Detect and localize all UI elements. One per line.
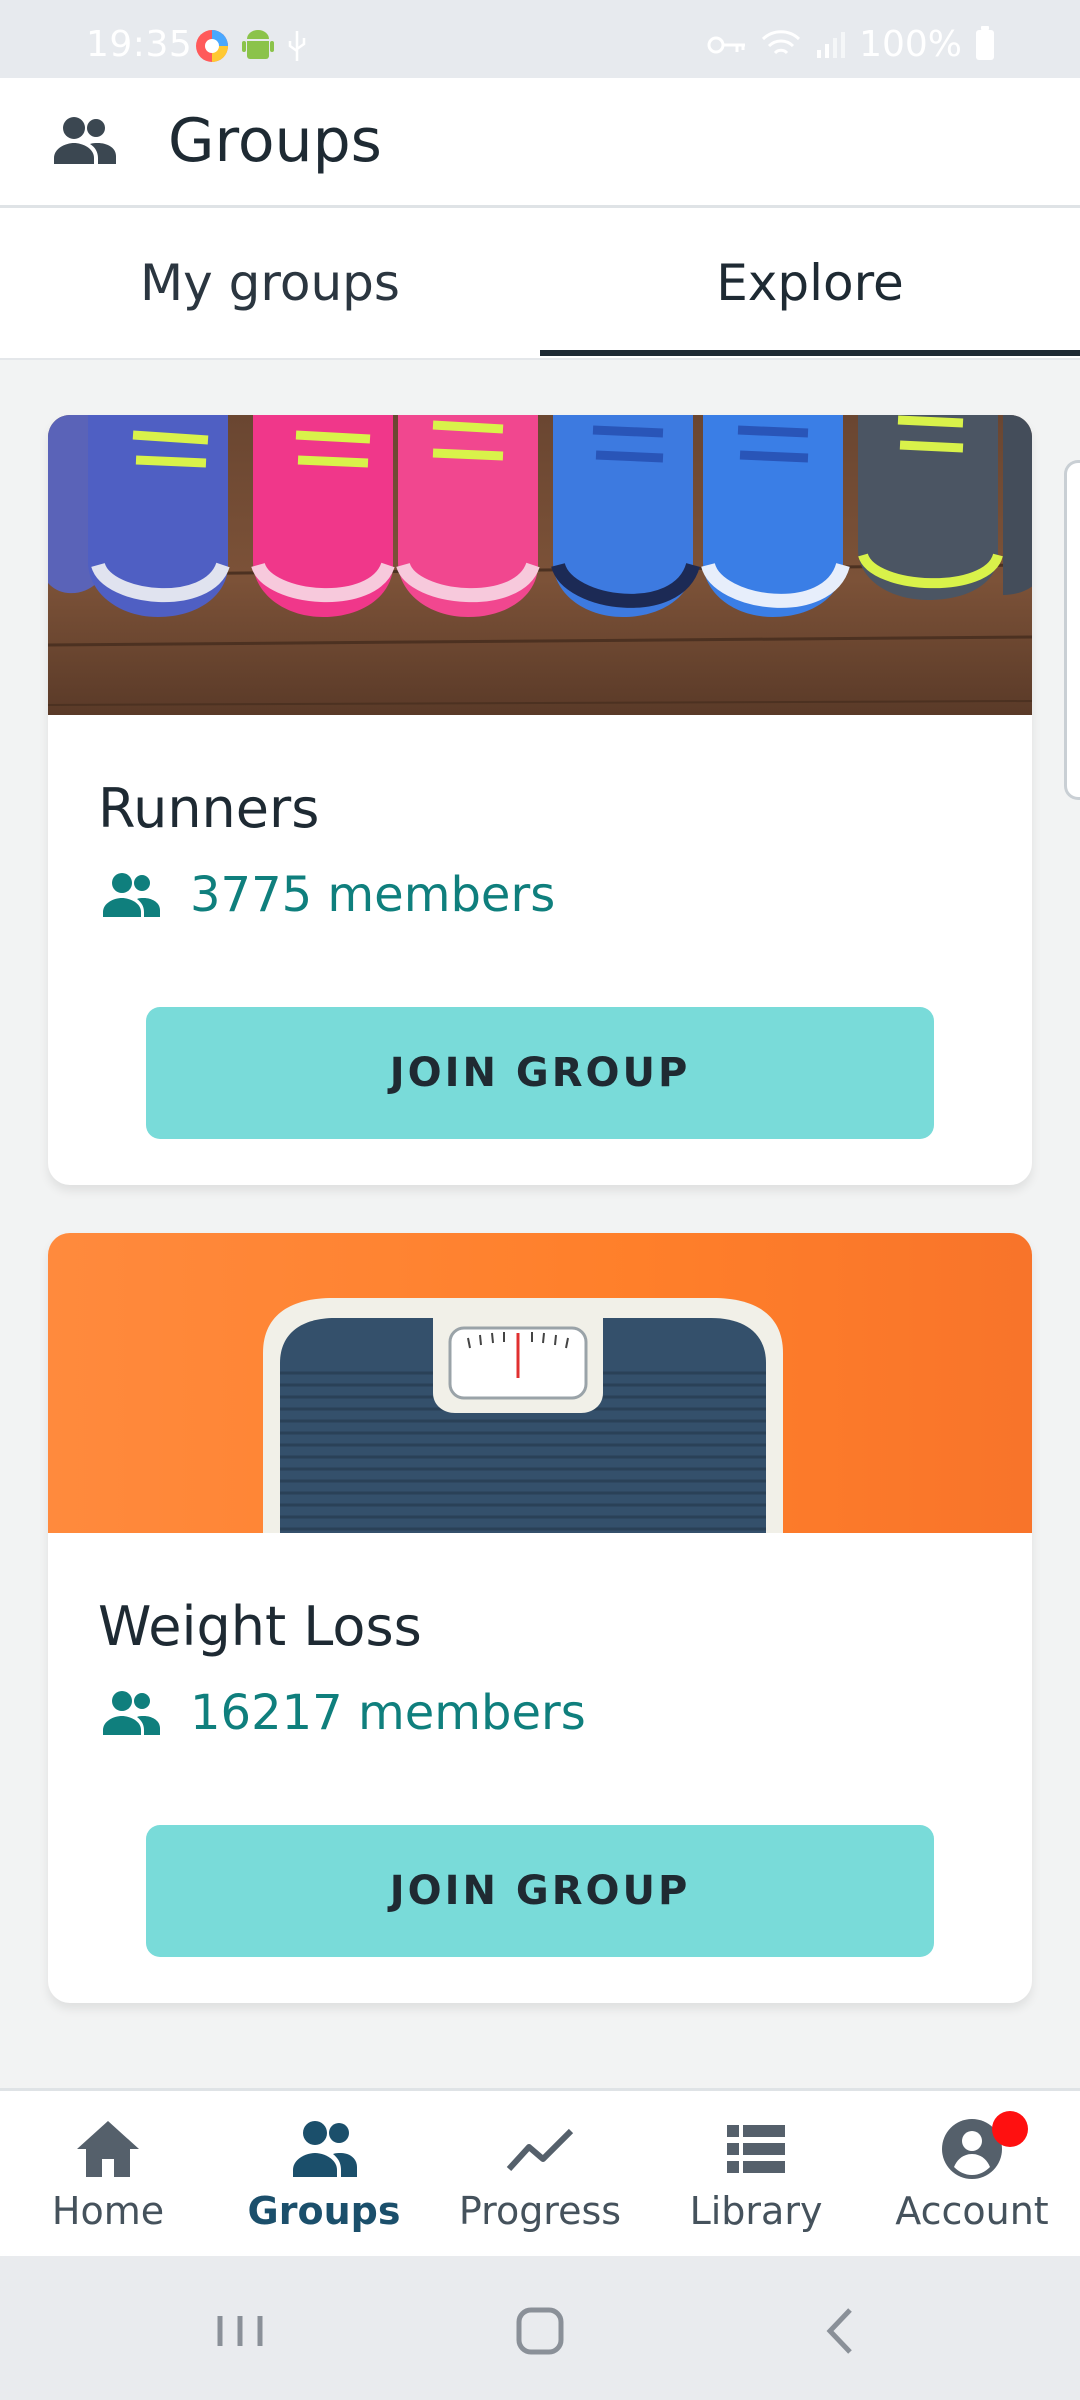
nav-item-account[interactable]: Account [864,2091,1080,2256]
nav-label: Account [895,2189,1049,2233]
tab-divider [0,358,1080,360]
nav-label: Groups [247,2189,401,2233]
app-notification-icon [196,30,228,62]
nav-item-groups[interactable]: Groups [216,2091,432,2256]
sneakers-illustration [48,415,1032,706]
join-group-button[interactable]: JOIN GROUP [146,1007,934,1139]
trend-line-icon [506,2128,574,2172]
members-icon [103,873,160,917]
notification-badge [992,2111,1028,2147]
tab-explore[interactable]: Explore [540,208,1080,358]
signal-icon [817,31,846,58]
tab-bar: My groups Explore [0,208,1080,358]
members-icon [103,1691,160,1735]
back-icon[interactable] [800,2296,880,2366]
group-card-runners[interactable]: Runners 3775 members JOIN GROUP [48,415,1032,1185]
bottom-navigation: Home Groups Progress Library Account [0,2088,1080,2256]
bathroom-scale-photo [48,1233,1032,1533]
nav-label: Home [51,2189,165,2233]
status-time: 19:35 [86,24,193,65]
sneakers-photo [48,415,1032,715]
nav-item-home[interactable]: Home [0,2091,216,2256]
tab-my-groups[interactable]: My groups [0,208,540,358]
home-button-icon[interactable] [500,2296,580,2366]
recent-apps-icon[interactable] [200,2296,280,2366]
page-title: Groups [168,106,382,176]
wifi-icon [762,29,801,54]
home-icon [77,2121,139,2177]
status-bar: 19:35 100% [0,0,1080,78]
system-navigation-bar [0,2256,1080,2400]
battery-icon [976,25,994,60]
battery-percent: 100% [859,24,962,65]
status-right: 100% [707,24,994,65]
android-icon [242,30,274,59]
group-members: 3775 members [100,867,555,923]
join-group-button[interactable]: JOIN GROUP [146,1825,934,1957]
group-title: Runners [98,777,320,840]
members-count: 3775 members [190,867,556,923]
app-header: Groups [0,78,1080,208]
group-card-weight-loss[interactable]: Weight Loss 16217 members JOIN GROUP [48,1233,1032,2003]
nav-label: Progress [458,2189,622,2233]
bathroom-scale-illustration [263,1298,783,1533]
status-left-icons [194,28,308,64]
usb-icon [288,31,306,61]
groups-icon [293,2121,357,2177]
nav-item-library[interactable]: Library [648,2091,864,2256]
group-title: Weight Loss [98,1595,422,1658]
groups-icon [54,117,116,164]
list-icon [727,2125,785,2173]
nav-item-progress[interactable]: Progress [432,2091,648,2256]
group-members: 16217 members [100,1685,586,1741]
scroll-indicator[interactable] [1064,460,1080,800]
vpn-key-icon [707,36,746,53]
nav-label: Library [689,2189,823,2233]
members-count: 16217 members [190,1685,586,1741]
